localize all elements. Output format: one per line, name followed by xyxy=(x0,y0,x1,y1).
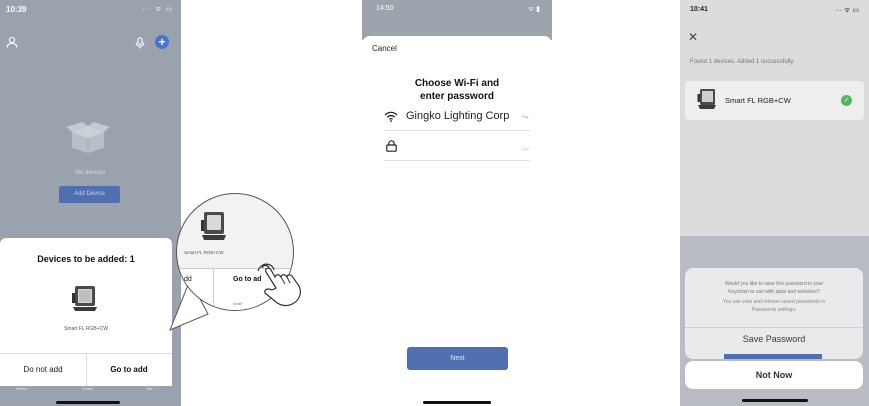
device-name: Smart FL RGB+CW xyxy=(184,250,224,255)
floodlight-icon xyxy=(201,212,226,240)
alert-message: Would you like to save this password in … xyxy=(724,281,824,287)
floodlight-icon xyxy=(697,89,716,109)
empty-state-text: No devices xyxy=(75,170,106,176)
divider xyxy=(384,130,530,131)
status-icons: ··· ᯤ ▭ xyxy=(835,7,859,14)
result-text: Found 1 devices. Added 1 successfully. xyxy=(690,59,795,65)
home-indicator xyxy=(742,399,808,402)
page-title: Choose Wi-Fi and xyxy=(414,78,500,89)
switch-network-icon[interactable]: ⇋ xyxy=(522,112,529,121)
status-time: 10:39 xyxy=(6,5,27,14)
wifi-ssid-field[interactable]: Gingko Lighting Corp xyxy=(406,110,509,122)
wifi-icon xyxy=(384,111,398,122)
person-icon[interactable] xyxy=(6,36,18,48)
hide-password-icon[interactable]: ◡ xyxy=(522,142,529,151)
phone-screen-added: 10:41 ··· ᯤ ▭ ✕ Found 1 devices. Added 1… xyxy=(680,0,869,406)
do-not-add-button[interactable]: dd xyxy=(184,276,192,283)
alert-detail: You can view and remove saved passwords … xyxy=(722,299,826,305)
divider xyxy=(213,268,214,310)
close-icon[interactable]: ✕ xyxy=(688,30,698,44)
add-device-button[interactable]: Add Device xyxy=(59,186,120,203)
do-not-add-button[interactable]: Do not add xyxy=(0,353,86,386)
alert-detail: Passwords settings. xyxy=(751,307,797,313)
divider xyxy=(384,160,530,161)
tap-hand-icon xyxy=(257,263,301,307)
device-name: Smart FL RGB+CW xyxy=(64,326,108,332)
device-name: Smart FL RGB+CW xyxy=(725,96,791,105)
tab-smart[interactable]: Smart xyxy=(82,386,93,391)
alert-message: Keychain to use with apps and websites? xyxy=(728,289,820,295)
cancel-button[interactable]: Cancel xyxy=(372,44,397,53)
home-indicator xyxy=(423,401,491,404)
sheet-title: Devices to be added: 1 xyxy=(37,254,135,264)
page-title: enter password xyxy=(420,91,494,102)
not-now-button[interactable]: Not Now xyxy=(685,361,863,389)
divider xyxy=(685,327,863,328)
status-time: 14:50 xyxy=(376,5,394,12)
status-time: 10:41 xyxy=(690,6,708,13)
status-icons: ··· ᯤ ▭ xyxy=(142,6,173,13)
go-to-add-button[interactable]: Go to add xyxy=(86,353,172,386)
background-button-edge xyxy=(724,354,822,359)
status-icons: ᯤ ▮ xyxy=(527,6,540,13)
save-password-button[interactable]: Save Password xyxy=(685,334,863,344)
empty-box-icon xyxy=(66,122,110,153)
microphone-icon[interactable] xyxy=(135,37,145,49)
add-icon[interactable]: + xyxy=(155,35,169,49)
tab-home[interactable]: Home xyxy=(16,386,27,391)
floodlight-icon xyxy=(72,286,97,311)
check-icon: ✓ xyxy=(841,95,852,106)
phone-screen-wifi: 14:50 ᯤ ▮ Cancel Choose Wi-Fi and enter … xyxy=(362,0,552,406)
lock-icon xyxy=(386,140,397,152)
next-button[interactable]: Next xyxy=(407,347,508,370)
tab-me[interactable]: Me xyxy=(147,386,153,391)
tab-smart: Smart xyxy=(233,302,243,306)
home-indicator xyxy=(56,401,120,404)
